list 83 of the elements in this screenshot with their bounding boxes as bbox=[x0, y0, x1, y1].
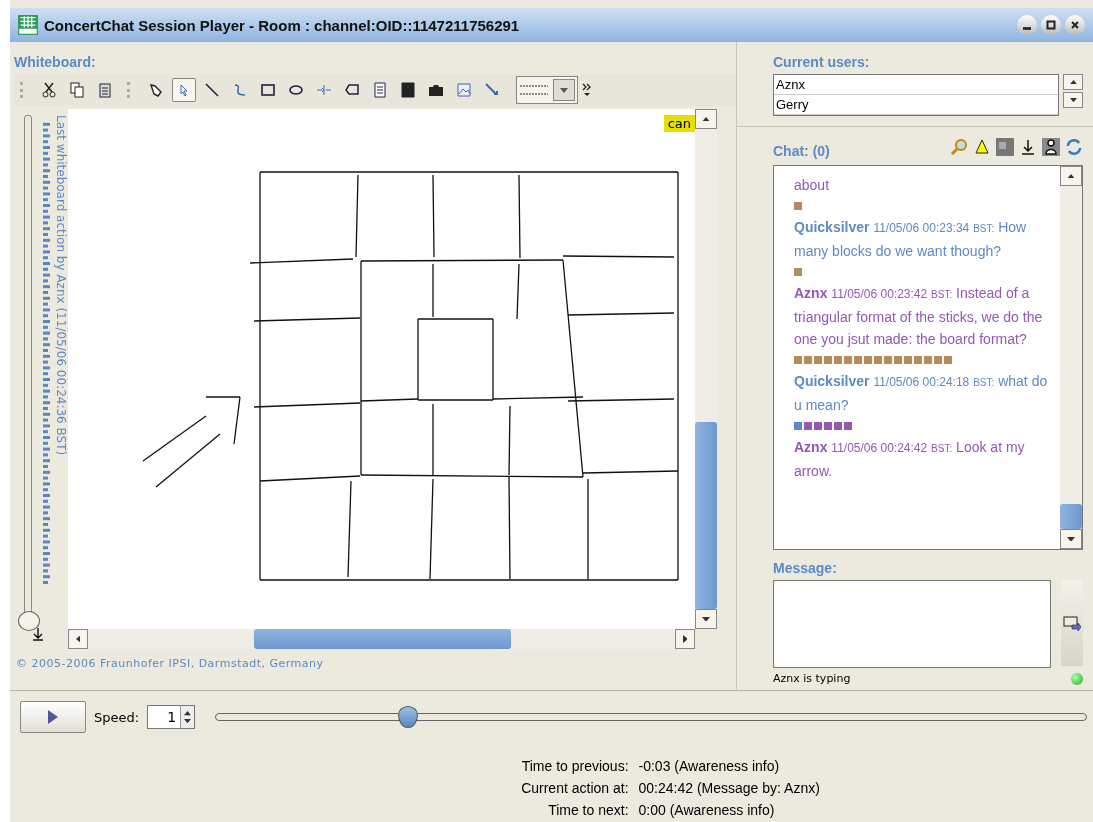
connector-icon bbox=[316, 82, 332, 98]
caret-icon bbox=[560, 87, 568, 93]
tiles-icon[interactable] bbox=[996, 138, 1014, 156]
scroll-down-button[interactable] bbox=[1060, 529, 1082, 549]
scroll-down-button[interactable] bbox=[695, 609, 717, 629]
users-list[interactable]: Aznx Gerry bbox=[773, 74, 1059, 116]
current-users-label: Current users: bbox=[773, 53, 871, 72]
warning-bell-icon[interactable] bbox=[973, 138, 991, 156]
close-button[interactable] bbox=[1065, 15, 1085, 35]
grid-logo-icon bbox=[18, 15, 38, 35]
slider-thumb[interactable] bbox=[18, 611, 40, 631]
info-value: 00:24:42 (Message by: Aznx) bbox=[638, 779, 820, 798]
info-label: Time to previous: bbox=[521, 757, 629, 776]
chat-message: Aznx 11/05/06 00:24:42 BST: Look at my arrow. bbox=[794, 438, 1026, 481]
caret-down-icon bbox=[1067, 536, 1075, 542]
scroll-left-button[interactable] bbox=[68, 629, 88, 649]
scroll-thumb[interactable] bbox=[1060, 504, 1082, 529]
refresh-icon[interactable] bbox=[1065, 138, 1083, 156]
user-item[interactable]: Gerry bbox=[774, 95, 1058, 115]
send-icon bbox=[1063, 615, 1081, 631]
chat-scrollbar[interactable] bbox=[1060, 166, 1082, 549]
more-chevron-icon[interactable] bbox=[582, 82, 592, 98]
play-button[interactable] bbox=[20, 701, 86, 733]
chat-message-text: about bbox=[794, 176, 831, 195]
scroll-thumb[interactable] bbox=[254, 629, 511, 649]
copyright-text: © 2005-2006 Fraunhofer IPSI, Darmstadt, Germany bbox=[15, 656, 325, 670]
history-slider[interactable] bbox=[18, 115, 39, 631]
callout-icon bbox=[344, 82, 360, 98]
line-style-icon bbox=[519, 83, 549, 97]
scroll-up-button[interactable] bbox=[695, 109, 717, 129]
info-value: -0:03 (Awareness info) bbox=[638, 757, 781, 776]
download-icon[interactable] bbox=[1019, 138, 1037, 156]
whiteboard-label: Whiteboard: bbox=[14, 53, 97, 72]
ellipse-icon bbox=[288, 82, 304, 98]
vertical-scrollbar[interactable] bbox=[695, 109, 717, 629]
chat-label: Chat: (0) bbox=[773, 142, 830, 161]
horizontal-scrollbar[interactable] bbox=[68, 629, 695, 649]
message-label: Message: bbox=[773, 559, 838, 578]
message-input[interactable] bbox=[773, 580, 1051, 668]
info-label: Current action at: bbox=[521, 779, 629, 798]
speed-spinner[interactable]: 1 bbox=[147, 705, 196, 729]
text-document-icon bbox=[372, 82, 388, 98]
caret-up-icon bbox=[1069, 79, 1077, 85]
caret-right-icon bbox=[682, 635, 688, 643]
scroll-up-button[interactable] bbox=[1060, 166, 1082, 186]
camera-icon bbox=[428, 82, 444, 98]
chat-message: Aznx 11/05/06 00:23:42 BST: Instead of a triangular format of the sticks, we do the one you jsut made: the board format? bbox=[794, 284, 1044, 349]
caret-up-icon[interactable] bbox=[184, 711, 192, 716]
info-label: Time to next: bbox=[547, 801, 629, 820]
chat-message: Quicksilver 11/05/06 00:24:18 BST: what do u mean? bbox=[794, 372, 1049, 415]
arrow-icon bbox=[484, 82, 500, 98]
play-icon bbox=[48, 710, 58, 724]
image-icon bbox=[456, 82, 472, 98]
send-button[interactable] bbox=[1061, 580, 1083, 666]
scroll-thumb[interactable] bbox=[695, 422, 717, 609]
note-tag: can bbox=[663, 115, 695, 132]
caret-left-icon bbox=[75, 635, 81, 643]
slider-thumb[interactable] bbox=[397, 706, 418, 728]
caret-down-icon[interactable] bbox=[184, 718, 192, 723]
user-item[interactable]: Aznx bbox=[774, 75, 1058, 95]
speed-label: Speed: bbox=[94, 709, 140, 725]
maximize-icon bbox=[1046, 20, 1056, 30]
chat-message: Quicksilver 11/05/06 00:23:34 BST: How many blocks do we want though? bbox=[794, 218, 1028, 261]
caret-up-icon bbox=[1067, 173, 1075, 179]
last-action-label: Last whiteboard action by Aznx (11/05/06 00:24:36 BST) bbox=[54, 115, 68, 458]
curve-icon bbox=[232, 82, 248, 98]
line-icon bbox=[204, 82, 220, 98]
caret-down-icon bbox=[702, 616, 710, 622]
caret-up-icon bbox=[702, 116, 710, 122]
info-value: 0:00 (Awareness info) bbox=[638, 801, 776, 820]
minimize-icon bbox=[1023, 26, 1031, 30]
window-title: ConcertChat Session Player - Room : channel:OID::1147211756291 bbox=[44, 16, 521, 34]
close-icon bbox=[1070, 20, 1080, 30]
minimize-button[interactable] bbox=[1017, 15, 1037, 35]
caret-down-icon bbox=[1069, 97, 1077, 103]
scroll-right-button[interactable] bbox=[675, 629, 695, 649]
download-icon[interactable] bbox=[31, 627, 45, 641]
rectangle-icon bbox=[260, 82, 276, 98]
scroll-down-button[interactable] bbox=[1063, 92, 1083, 108]
person-icon[interactable] bbox=[1042, 138, 1060, 156]
typing-status: Aznx is typing bbox=[773, 672, 851, 685]
scroll-up-button[interactable] bbox=[1063, 74, 1083, 90]
maximize-button[interactable] bbox=[1041, 15, 1061, 35]
